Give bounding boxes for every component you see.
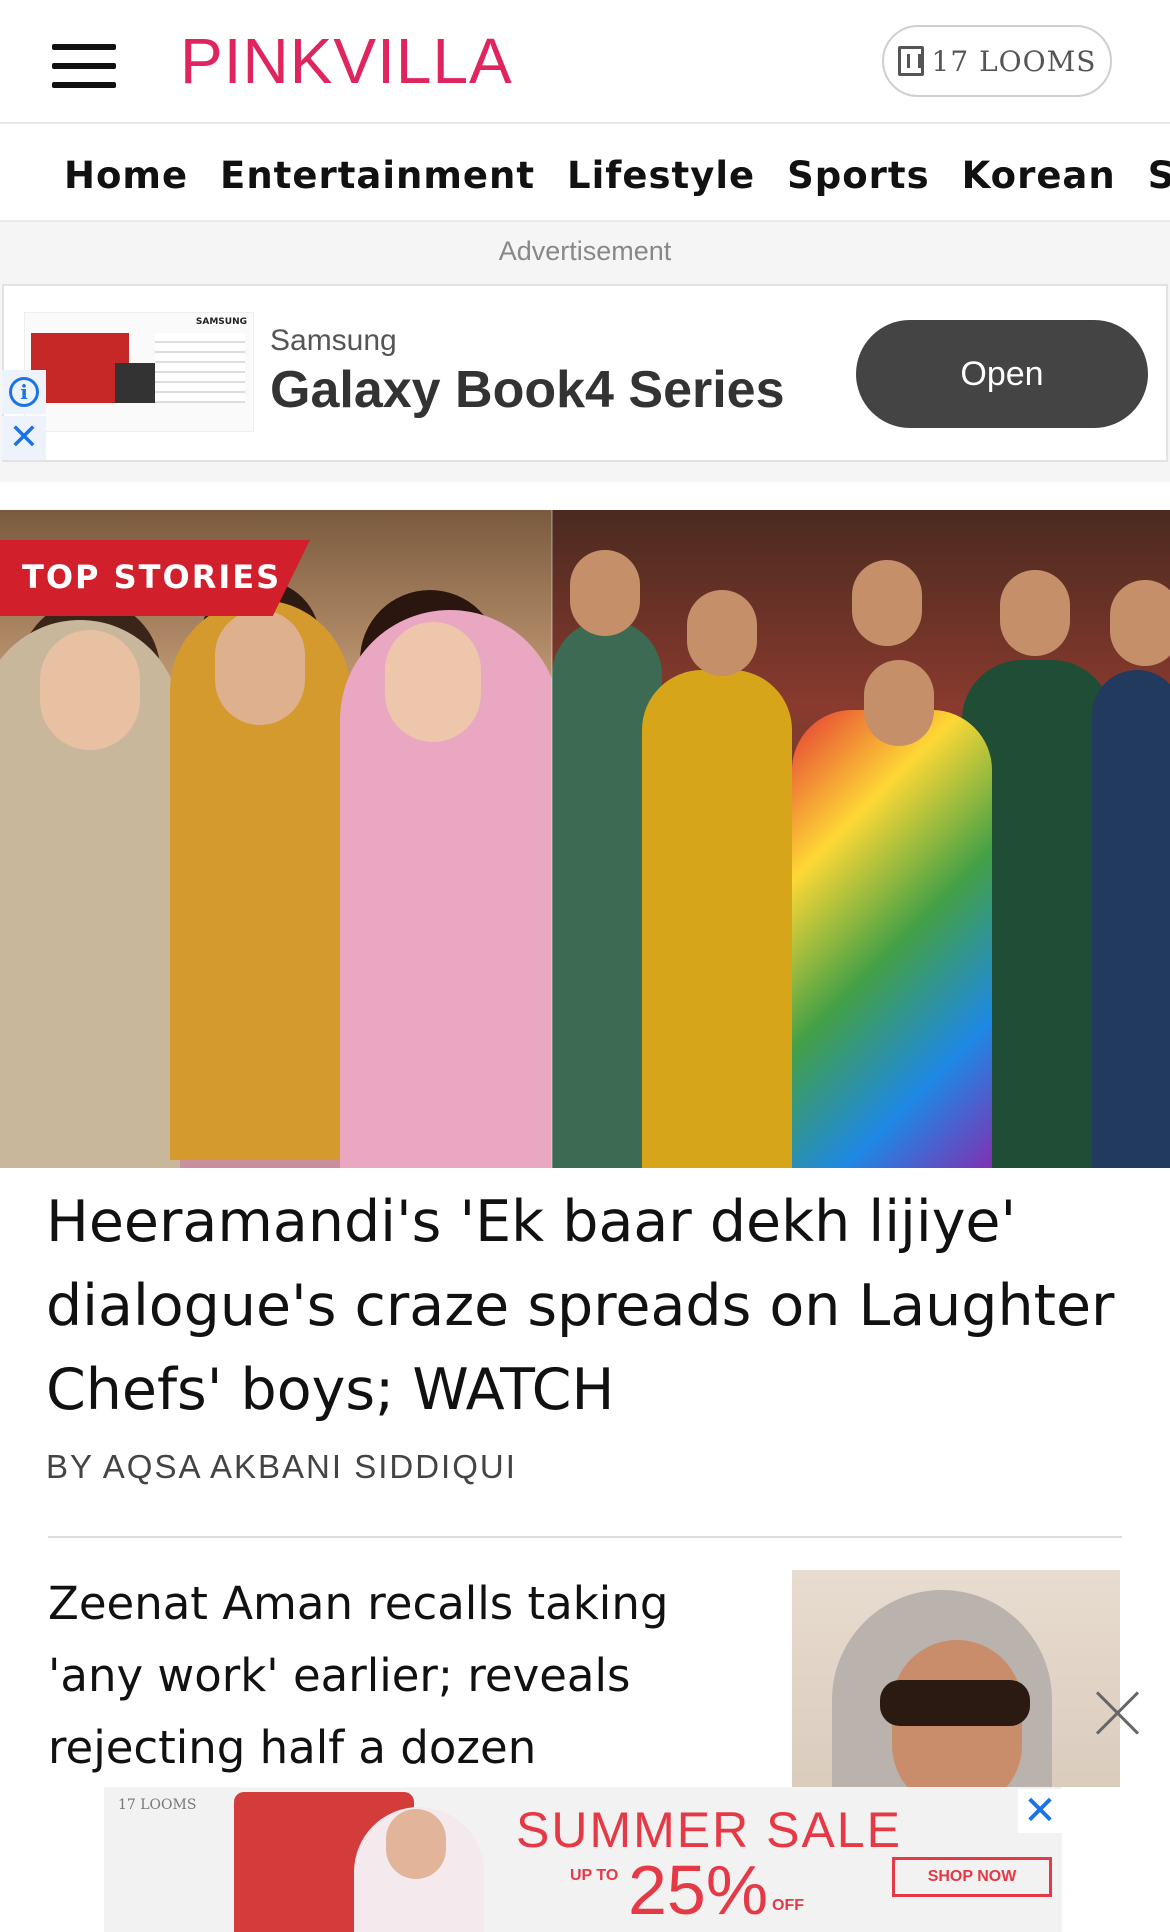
story-thumbnail[interactable] — [792, 1570, 1120, 1810]
bottom-ad-upto: UP TO — [570, 1867, 619, 1884]
looms-label: 17 LOOMS — [931, 44, 1097, 78]
looms-icon — [897, 46, 924, 76]
bottom-ad-off: OFF — [772, 1897, 804, 1914]
site-logo[interactable]: PINKVILLA — [180, 26, 513, 96]
bottom-ad-percent: 25% — [628, 1851, 769, 1929]
ad-thumb-brand: SAMSUNG — [195, 317, 247, 327]
ad-open-button[interactable]: Open — [856, 320, 1148, 428]
top-stories-label: TOP STORIES — [22, 558, 282, 596]
bottom-ad-brand: 17 LOOMS — [118, 1797, 197, 1813]
top-stories-tag: TOP STORIES — [0, 540, 310, 616]
nav-item-home[interactable]: Home — [64, 154, 188, 197]
category-nav: Home Entertainment Lifestyle Sports Kore… — [0, 122, 1170, 222]
nav-item-sports[interactable]: Sports — [787, 154, 930, 197]
menu-icon[interactable] — [52, 44, 116, 88]
ad-banner[interactable]: SAMSUNG Samsung Galaxy Book4 Series Open — [2, 284, 1168, 462]
story-title[interactable]: Zeenat Aman recalls taking 'any work' ea… — [48, 1568, 748, 1784]
bottom-ad-banner[interactable]: 17 LOOMS SUMMER SALE UP TO 25% OFF SHOP … — [0, 1787, 1170, 1932]
ad-title[interactable]: Galaxy Book4 Series — [270, 360, 785, 420]
byline[interactable]: BY AQSA AKBANI SIDDIQUI — [46, 1448, 517, 1486]
nav-item-lifestyle[interactable]: Lifestyle — [567, 154, 755, 197]
nav-item-select[interactable]: Sele — [1148, 154, 1170, 197]
ad-brand: Samsung — [270, 324, 397, 357]
bottom-ad-close-icon[interactable]: ✕ — [1018, 1789, 1062, 1833]
ad-section: Advertisement SAMSUNG Samsung Galaxy Boo… — [0, 222, 1170, 482]
ad-thumbnail[interactable]: SAMSUNG — [24, 312, 254, 432]
ad-close-icon[interactable]: ✕ — [2, 416, 46, 460]
divider — [48, 1536, 1122, 1538]
close-icon[interactable] — [1094, 1688, 1142, 1736]
nav-item-korean[interactable]: Korean — [962, 154, 1116, 197]
ad-label: Advertisement — [498, 236, 672, 266]
headline[interactable]: Heeramandi's 'Ek baar dekh lijiye' dialo… — [46, 1180, 1126, 1432]
nav-item-entertainment[interactable]: Entertainment — [220, 154, 535, 197]
top-story-image[interactable]: TOP STORIES — [0, 510, 1170, 1168]
site-header: PINKVILLA 17 LOOMS — [0, 0, 1170, 122]
shop-now-button[interactable]: SHOP NOW — [892, 1857, 1052, 1897]
looms-button[interactable]: 17 LOOMS — [882, 25, 1112, 97]
ad-info-icon[interactable]: i — [2, 370, 46, 414]
